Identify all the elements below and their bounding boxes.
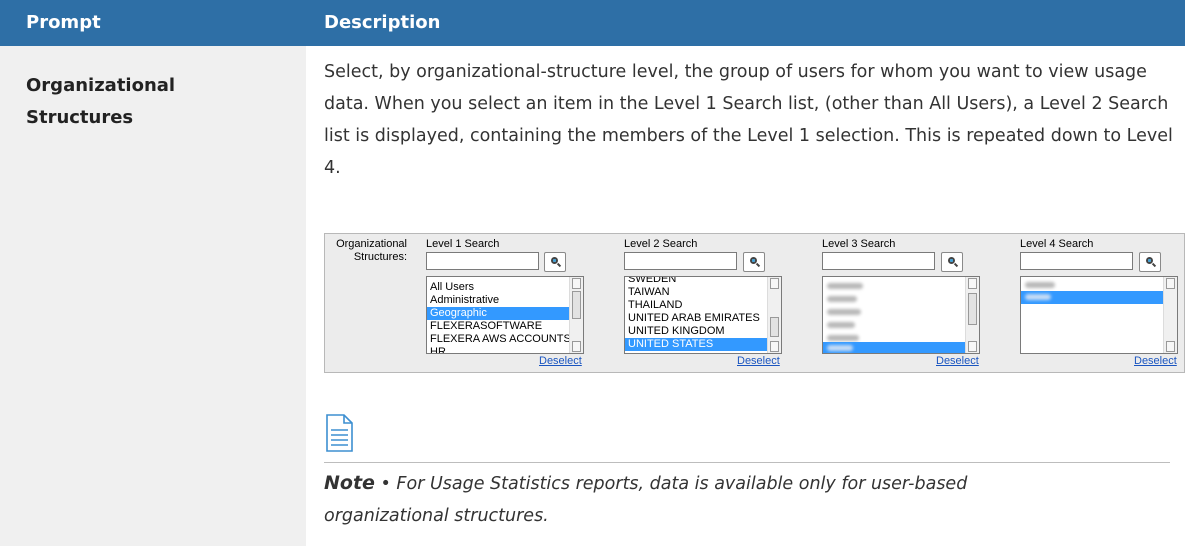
level-4-title: Level 4 Search [1020,238,1094,250]
scroll-down-arrow-icon[interactable] [1166,341,1175,352]
org-structures-screenshot: Organizational Structures: Level 1 Searc… [324,233,1185,373]
list-item[interactable]: TAIWAN [625,286,767,299]
level-3-deselect-link[interactable]: Deselect [936,355,979,367]
note-document-icon [326,414,353,452]
scroll-up-arrow-icon[interactable] [1166,278,1175,289]
header-description: Description [324,12,441,33]
description-text: Select, by organizational-structure leve… [324,62,1173,178]
level-3-scrollbar[interactable] [965,277,979,353]
level-4-magnifier-icon[interactable] [1139,252,1161,272]
prompt-name: Organizational Structures [26,75,176,128]
level-2-magnifier-icon[interactable] [743,252,765,272]
level-3-magnifier-icon[interactable] [941,252,963,272]
redacted-item [827,322,855,328]
level-4-scrollbar[interactable] [1163,277,1177,353]
list-item[interactable]: All Users [427,281,569,294]
scroll-thumb[interactable] [770,317,779,337]
list-item[interactable]: THAILAND [625,299,767,312]
redacted-item [827,296,857,302]
list-item[interactable]: UNITED ARAB EMIRATES [625,312,767,325]
level-2-deselect-link[interactable]: Deselect [737,355,780,367]
redacted-item [1025,294,1051,300]
prompt-column: Organizational Structures [0,46,306,546]
list-item[interactable]: Administrative [427,294,569,307]
note-divider [324,462,1170,463]
level-2-list[interactable]: SWEDEN TAIWAN THAILAND UNITED ARAB EMIRA… [624,276,782,354]
note-bullet: • [380,474,391,494]
list-item-selected[interactable]: Geographic [427,307,569,320]
note-label: Note [324,472,375,494]
page: Prompt Description Organizational Struct… [0,0,1185,546]
level-1-deselect-link[interactable]: Deselect [539,355,582,367]
label-line-2: Structures: [353,251,407,263]
list-item[interactable]: UNITED KINGDOM [625,325,767,338]
level-4-search-input[interactable] [1020,252,1133,270]
scroll-up-arrow-icon[interactable] [572,278,581,289]
level-4-list[interactable] [1020,276,1178,354]
list-item[interactable]: FLEXERASOFTWARE [427,320,569,333]
level-3-list[interactable] [822,276,980,354]
scroll-down-arrow-icon[interactable] [770,341,779,352]
scroll-thumb[interactable] [572,291,581,319]
scroll-down-arrow-icon[interactable] [968,341,977,352]
scroll-up-arrow-icon[interactable] [770,278,779,289]
header-prompt: Prompt [26,12,101,33]
redacted-item [827,283,863,289]
note-text: Note • For Usage Statistics reports, dat… [324,467,1024,532]
redacted-item [827,345,853,351]
redacted-item [827,309,861,315]
scroll-up-arrow-icon[interactable] [968,278,977,289]
list-item[interactable]: SWEDEN [625,277,767,286]
level-2-scrollbar[interactable] [767,277,781,353]
scroll-thumb[interactable] [968,293,977,325]
org-structures-label: Organizational Structures: [317,238,407,264]
level-1-scrollbar[interactable] [569,277,583,353]
list-item[interactable]: HR [427,346,569,353]
list-item[interactable]: FLEXERA AWS ACCOUNTS 1 [427,333,580,346]
label-line-1: Organizational [336,238,407,250]
scroll-down-arrow-icon[interactable] [572,341,581,352]
redacted-item [1025,282,1055,288]
level-3-search-input[interactable] [822,252,935,270]
level-1-list[interactable]: All Users Administrative Geographic FLEX… [426,276,584,354]
redacted-item [827,335,859,341]
level-1-search-input[interactable] [426,252,539,270]
table-header-row: Prompt Description [0,0,1185,46]
level-2-search-input[interactable] [624,252,737,270]
level-3-title: Level 3 Search [822,238,896,250]
level-2-title: Level 2 Search [624,238,698,250]
level-1-magnifier-icon[interactable] [544,252,566,272]
level-1-title: Level 1 Search [426,238,500,250]
note-body: For Usage Statistics reports, data is av… [324,474,968,526]
list-item-selected[interactable]: UNITED STATES [625,338,767,351]
level-4-deselect-link[interactable]: Deselect [1134,355,1177,367]
